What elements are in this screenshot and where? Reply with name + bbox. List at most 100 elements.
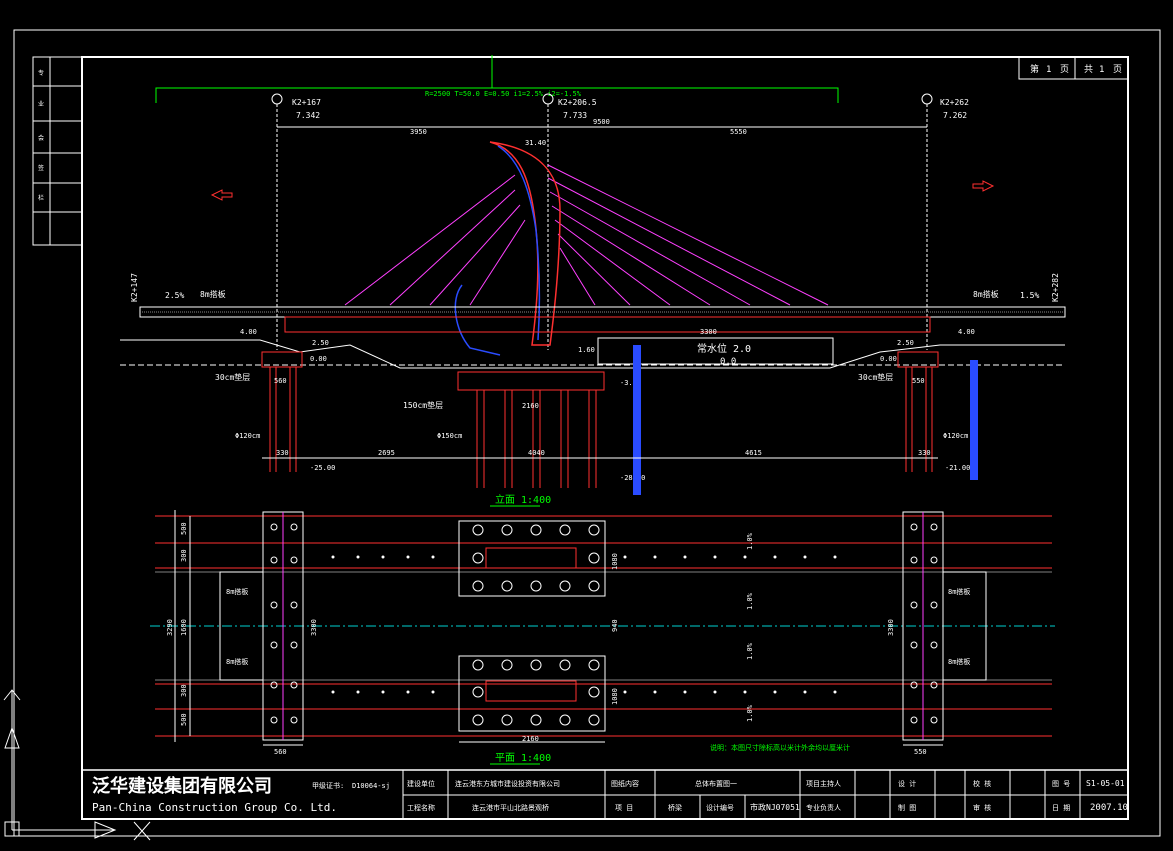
cert-label: 甲级证书:: [312, 781, 344, 790]
draw-label: 制 图: [898, 803, 916, 812]
tower-leg-left: [454, 284, 501, 356]
plan-left-dim: 300: [180, 684, 188, 697]
side-strip-char: 会: [38, 134, 44, 142]
water-level-zero: 0.0: [720, 357, 736, 367]
plan-bottom-dim-center: 2160: [522, 735, 539, 743]
item-label: 项 目: [615, 804, 633, 812]
side-strip-char: 专: [38, 69, 44, 77]
design-no-value: 市政NJ07051: [750, 802, 800, 812]
bottom-dim: 4615: [745, 449, 762, 457]
cert-number: D10064-sj: [352, 782, 390, 790]
approach-slab-left: 8m搭板: [200, 289, 226, 299]
fig-no-label: 图 号: [1052, 780, 1070, 788]
station-label: K2+262: [940, 98, 969, 107]
pile-tip-right: -21.00: [945, 464, 970, 472]
slope-left: 2.5%: [165, 291, 184, 300]
plan-left-dim: 500: [180, 522, 188, 535]
dim-4-00-right: 4.00: [958, 328, 975, 336]
project-label: 工程名称: [407, 803, 435, 812]
review-label: 审 核: [973, 803, 991, 812]
total-unit: 页: [1113, 64, 1122, 75]
pile-dia-tower: Φ150cm: [437, 432, 462, 440]
flow-arrow-left-icon: [210, 189, 233, 201]
approach-slab-right: 8m搭板: [973, 289, 999, 299]
cap-width-left: 560: [274, 377, 287, 385]
arch-tower: [489, 141, 561, 346]
tower-cushion-label: 150cm垫层: [403, 400, 443, 410]
end-station-left: K2+147: [130, 273, 139, 302]
content-label: 图纸内容: [611, 779, 639, 788]
page-counter: 第 1 页 共 1 页: [1018, 56, 1129, 80]
content-value: 总体布置图一: [695, 779, 737, 788]
cad-drawing-canvas: 专 业 会 签 栏 第 1 页 共 1 页 R=2500 T=50.0 E=0.…: [3, 29, 1161, 841]
plan-slope: 1.0%: [746, 592, 754, 610]
pile-tip-left: -25.00: [310, 464, 335, 472]
fig-no-value: S1-05-01: [1086, 779, 1125, 788]
plan-cap-height-bottom: 1080: [611, 688, 619, 705]
design-no-label: 设计编号: [706, 803, 734, 812]
elevation-title: 立面 1:400: [495, 493, 551, 506]
plan-left-dim: 300: [180, 549, 188, 562]
station-label: K2+167: [292, 98, 321, 107]
pile-cap-cushion-right: 30cm垫层: [858, 372, 893, 382]
station-elevation: 7.733: [563, 111, 587, 120]
cable-anchor-row-bottom: [331, 690, 837, 694]
dim-2-50-right: 2.50: [897, 339, 914, 347]
plan-view: 500 300 1600 3290 300 500 3300 3300 8m搭板…: [150, 510, 1055, 765]
ucs-axis-icon: [3, 689, 151, 841]
company-name-cn: 泛华建设集团有限公司: [92, 775, 272, 797]
plan-title: 平面 1:400: [495, 753, 551, 764]
bottom-dim: 4040: [528, 449, 545, 457]
dim-4-00-left: 4.00: [240, 328, 257, 336]
page-unit: 页: [1060, 64, 1069, 75]
cap-width-right: 550: [912, 377, 925, 385]
plan-left-dim: 1600: [180, 619, 188, 636]
item-value: 桥梁: [668, 803, 682, 812]
dim-0-00-right: 0.00: [880, 355, 897, 363]
plan-bottom-dim-right: 550: [914, 748, 927, 756]
flow-arrow-right-icon: [972, 180, 995, 192]
chief-label: 项目主持人: [806, 779, 841, 788]
pile-dia-right: Φ120cm: [943, 432, 968, 440]
plan-right-inner: 3300: [887, 619, 895, 636]
span-dim-left: 3950: [410, 128, 427, 136]
plan-tower-cap-top: [458, 520, 606, 597]
tower-foundation: 150cm垫层 2160 Φ150cm -3.40 -28.40: [403, 371, 645, 488]
tower-top-elevation: 31.40: [525, 139, 546, 147]
stay-cables: [344, 164, 829, 306]
check-label: 校 核: [973, 779, 991, 788]
water-level-label: 常水位 2.0: [697, 342, 751, 355]
station-elevation: 7.262: [943, 111, 967, 120]
station-elevation: 7.342: [296, 111, 320, 120]
side-strip-char: 业: [38, 100, 44, 108]
pile-dia-left: Φ120cm: [235, 432, 260, 440]
plan-slope: 1.0%: [746, 704, 754, 722]
pile-cap-cushion-left: 30cm垫层: [215, 372, 250, 382]
client-label: 建设单位: [407, 779, 435, 788]
dim-0-00-left: 0.00: [310, 355, 327, 363]
side-strip-char: 栏: [38, 194, 44, 202]
vertical-curve-params: R=2500 T=50.0 E=0.50 i1=2.5% i2=-1.5%: [425, 90, 582, 98]
slope-right: 1.5%: [1020, 291, 1039, 300]
plan-approach-label: 8m搭板: [948, 587, 970, 596]
dim-3300: 3300: [700, 328, 717, 336]
deck-girder: [284, 316, 931, 333]
title-block: 泛华建设集团有限公司 Pan-China Construction Group …: [81, 769, 1129, 820]
project-value: 连云港市平山北路景观桥: [472, 803, 549, 812]
dim-1-60: 1.60: [578, 346, 595, 354]
end-station-right: K2+282: [1051, 273, 1060, 302]
plan-approach-label: 8m搭板: [948, 657, 970, 666]
station-label: K2+206.5: [558, 98, 597, 107]
side-signature-strip: 专 业 会 签 栏: [32, 56, 83, 246]
plan-left-dim: 3290: [166, 619, 174, 636]
span-dim-total: 9500: [593, 118, 610, 126]
design-label: 设 计: [898, 779, 916, 788]
date-label: 日 期: [1052, 804, 1070, 812]
elevation-view: R=2500 T=50.0 E=0.50 i1=2.5% i2=-1.5% K2…: [120, 55, 1066, 507]
dim-2-50-left: 2.50: [312, 339, 329, 347]
total-label: 共: [1084, 64, 1093, 75]
plan-cap-height-top: 1080: [611, 553, 619, 570]
bottom-dim: 330: [918, 449, 931, 457]
bottom-dim: 330: [276, 449, 289, 457]
total-number: 1: [1099, 65, 1104, 75]
